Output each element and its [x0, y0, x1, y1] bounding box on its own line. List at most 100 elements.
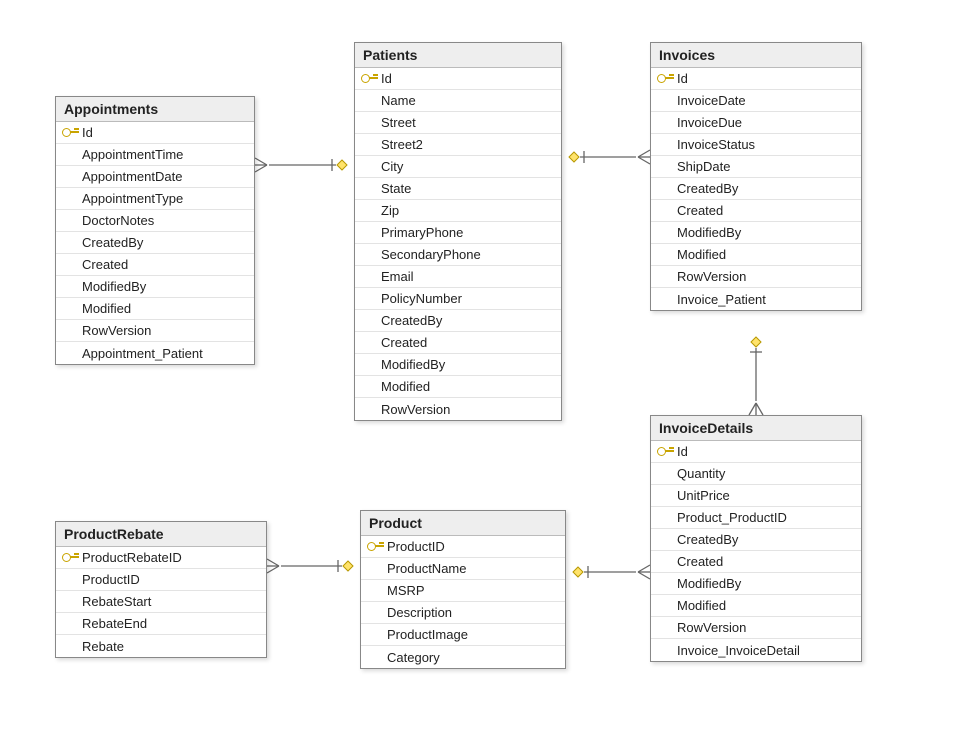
entity-field[interactable]: Invoice_InvoiceDetail	[651, 639, 861, 661]
entity-field[interactable]: RebateStart	[56, 591, 266, 613]
entity-field[interactable]: Modified	[355, 376, 561, 398]
field-icon-empty	[60, 236, 76, 250]
field-icon-empty	[60, 280, 76, 294]
field-name: Created	[677, 554, 723, 569]
field-name: Created	[381, 335, 427, 350]
field-name: Invoice_InvoiceDetail	[677, 643, 800, 658]
field-name: State	[381, 181, 411, 196]
entity-field[interactable]: Created	[56, 254, 254, 276]
entity-patients[interactable]: PatientsIdNameStreetStreet2CityStateZipP…	[354, 42, 562, 421]
field-name: InvoiceDate	[677, 93, 746, 108]
field-icon-empty	[365, 650, 381, 664]
field-icon-empty	[655, 116, 671, 130]
entity-field[interactable]: PrimaryPhone	[355, 222, 561, 244]
relationship-appointments-patients	[255, 158, 347, 172]
field-name: Id	[677, 444, 688, 459]
entity-invoicedetails[interactable]: InvoiceDetailsIdQuantityUnitPriceProduct…	[650, 415, 862, 662]
entity-field[interactable]: Email	[355, 266, 561, 288]
entity-field[interactable]: ShipDate	[651, 156, 861, 178]
entity-field[interactable]: InvoiceDate	[651, 90, 861, 112]
entity-field[interactable]: RowVersion	[355, 398, 561, 420]
entity-field[interactable]: ProductID	[56, 569, 266, 591]
field-icon-empty	[359, 182, 375, 196]
entity-field[interactable]: State	[355, 178, 561, 200]
entity-field[interactable]: ProductRebateID	[56, 547, 266, 569]
entity-field[interactable]: ModifiedBy	[56, 276, 254, 298]
entity-field[interactable]: CreatedBy	[56, 232, 254, 254]
field-name: RowVersion	[677, 620, 746, 635]
entity-title: Appointments	[56, 97, 254, 122]
entity-field[interactable]: Modified	[651, 244, 861, 266]
field-name: ProductName	[387, 561, 466, 576]
field-icon-empty	[359, 380, 375, 394]
entity-field[interactable]: SecondaryPhone	[355, 244, 561, 266]
entity-field[interactable]: Name	[355, 90, 561, 112]
entity-appointments[interactable]: AppointmentsId AppointmentTime Appointment…	[55, 96, 255, 365]
field-icon-empty	[655, 533, 671, 547]
entity-field[interactable]: ProductID	[361, 536, 565, 558]
entity-field[interactable]: InvoiceDue	[651, 112, 861, 134]
entity-field[interactable]: AppointmentTime	[56, 144, 254, 166]
entity-field[interactable]: Created	[355, 332, 561, 354]
field-icon-empty	[655, 94, 671, 108]
entity-field[interactable]: CreatedBy	[355, 310, 561, 332]
entity-field[interactable]: InvoiceStatus	[651, 134, 861, 156]
field-icon-empty	[655, 621, 671, 635]
entity-field[interactable]: Modified	[651, 595, 861, 617]
entity-field[interactable]: AppointmentDate	[56, 166, 254, 188]
field-name: Name	[381, 93, 416, 108]
entity-field[interactable]: AppointmentType	[56, 188, 254, 210]
entity-field[interactable]: CreatedBy	[651, 178, 861, 200]
entity-field[interactable]: ModifiedBy	[355, 354, 561, 376]
entity-field[interactable]: Appointment_Patient	[56, 342, 254, 364]
entity-field[interactable]: ModifiedBy	[651, 573, 861, 595]
entity-field[interactable]: Created	[651, 551, 861, 573]
entity-field[interactable]: UnitPrice	[651, 485, 861, 507]
entity-field[interactable]: PolicyNumber	[355, 288, 561, 310]
field-name: RebateStart	[82, 594, 151, 609]
entity-field[interactable]: Modified	[56, 298, 254, 320]
entity-field[interactable]: RowVersion	[56, 320, 254, 342]
entity-invoices[interactable]: InvoicesIdInvoiceDateInvoiceDueInvoiceSt…	[650, 42, 862, 311]
field-name: ProductRebateID	[82, 550, 182, 565]
field-icon-empty	[655, 555, 671, 569]
entity-field[interactable]: City	[355, 156, 561, 178]
entity-field[interactable]: ProductName	[361, 558, 565, 580]
field-name: PolicyNumber	[381, 291, 462, 306]
field-name: RowVersion	[381, 402, 450, 417]
entity-field[interactable]: Created	[651, 200, 861, 222]
entity-field[interactable]: Invoice_Patient	[651, 288, 861, 310]
entity-field[interactable]: MSRP	[361, 580, 565, 602]
field-icon-empty	[60, 346, 76, 360]
entity-field[interactable]: Category	[361, 646, 565, 668]
entity-product[interactable]: ProductProductIDProductNameMSRPDescripti…	[360, 510, 566, 669]
entity-field[interactable]: RowVersion	[651, 266, 861, 288]
entity-field[interactable]: RowVersion	[651, 617, 861, 639]
entity-field[interactable]: Quantity	[651, 463, 861, 485]
entity-field[interactable]: Product_ProductID	[651, 507, 861, 529]
entity-field[interactable]: ModifiedBy	[651, 222, 861, 244]
entity-field[interactable]: Description	[361, 602, 565, 624]
field-name: ModifiedBy	[82, 279, 146, 294]
entity-field[interactable]: Street2	[355, 134, 561, 156]
field-name: AppointmentTime	[82, 147, 183, 162]
er-diagram-canvas: AppointmentsIdAppointmentTimeAppointment…	[0, 0, 974, 731]
entity-field[interactable]: Zip	[355, 200, 561, 222]
field-name: Appointment_Patient	[82, 346, 203, 361]
entity-field[interactable]: Rebate	[56, 635, 266, 657]
entity-field[interactable]: Id	[651, 68, 861, 90]
entity-field[interactable]: Id	[651, 441, 861, 463]
field-name: CreatedBy	[677, 532, 738, 547]
entity-title: Patients	[355, 43, 561, 68]
entity-field[interactable]: ProductImage	[361, 624, 565, 646]
entity-field[interactable]: CreatedBy	[651, 529, 861, 551]
entity-field[interactable]: Id	[355, 68, 561, 90]
entity-field[interactable]: DoctorNotes	[56, 210, 254, 232]
entity-field[interactable]: RebateEnd	[56, 613, 266, 635]
entity-field[interactable]: Street	[355, 112, 561, 134]
entity-field[interactable]: Id	[56, 122, 254, 144]
entity-productrebate[interactable]: ProductRebateProductRebateIDProductIDReb…	[55, 521, 267, 658]
field-name: CreatedBy	[677, 181, 738, 196]
field-name: AppointmentType	[82, 191, 183, 206]
field-name: Modified	[677, 598, 726, 613]
